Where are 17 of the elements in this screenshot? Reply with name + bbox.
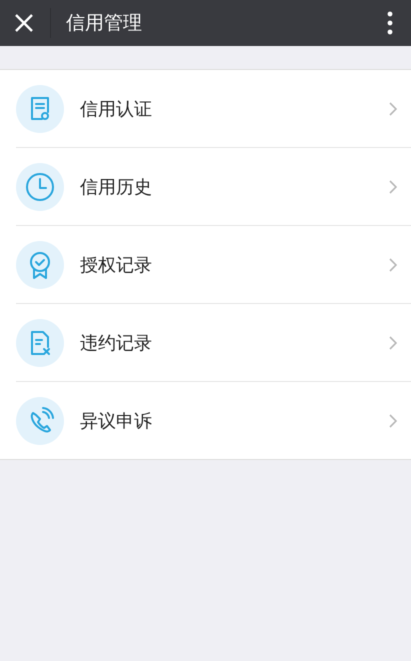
chevron-icon <box>389 414 397 428</box>
close-icon[interactable] <box>14 13 34 33</box>
menu-item[interactable]: 信用认证 <box>16 70 411 148</box>
clock-icon <box>16 162 64 210</box>
award-badge-icon <box>16 240 64 288</box>
window-title: 信用管理 <box>66 11 143 36</box>
phone-icon <box>16 396 64 444</box>
chevron-icon <box>389 180 397 194</box>
menu-item[interactable]: 信用历史 <box>16 148 411 226</box>
menu-item[interactable]: 授权记录 <box>16 226 411 304</box>
document-x-icon <box>16 318 64 366</box>
more-icon[interactable] <box>387 11 393 35</box>
chevron-icon <box>389 336 397 350</box>
menu-item[interactable]: 异议申诉 <box>16 382 411 459</box>
chevron-icon <box>389 102 397 116</box>
chevron-icon <box>389 258 397 272</box>
menu-item[interactable]: 违约记录 <box>16 304 411 382</box>
